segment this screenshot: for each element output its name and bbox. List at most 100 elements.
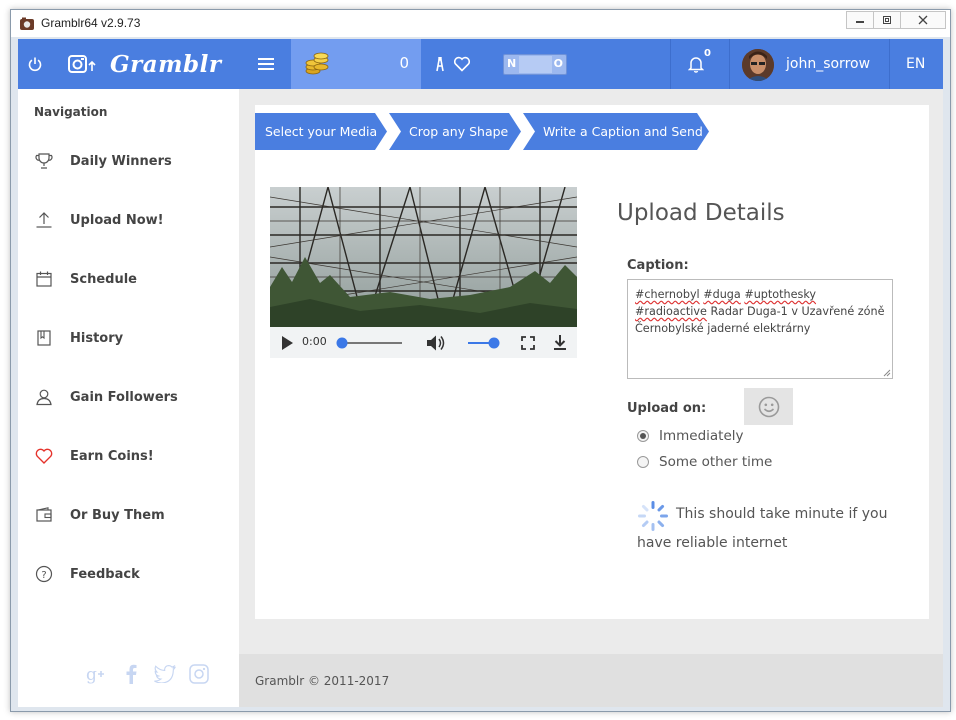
- sidebar-item-label: Upload Now!: [70, 212, 164, 228]
- sidebar-item-feedback[interactable]: ? Feedback: [34, 554, 229, 594]
- camera-upload-icon: [68, 55, 96, 73]
- sidebar-item-label: Gain Followers: [70, 389, 178, 405]
- smiley-icon: [758, 396, 779, 417]
- play-icon[interactable]: [281, 336, 293, 350]
- avatar[interactable]: [742, 49, 774, 81]
- calendar-icon: [36, 271, 52, 287]
- option-immediately[interactable]: Immediately: [637, 428, 744, 444]
- toggle-on-label: N: [507, 57, 517, 70]
- upload-icon: [36, 212, 52, 228]
- coin-balance[interactable]: 0: [291, 39, 421, 89]
- sidebar: Navigation Daily Winners Upload Now! Sch…: [18, 89, 239, 707]
- upload-card: Select your Media Crop any Shape Write a…: [255, 105, 929, 619]
- sidebar-item-label: Or Buy Them: [70, 507, 165, 523]
- sidebar-item-daily-winners[interactable]: Daily Winners: [34, 141, 229, 181]
- progress-slider[interactable]: [336, 336, 402, 350]
- sidebar-item-label: Feedback: [70, 566, 140, 582]
- sidebar-item-label: Schedule: [70, 271, 137, 287]
- wait-message-line1: This should take minute if you: [676, 506, 888, 522]
- sidebar-item-label: History: [70, 330, 124, 346]
- sidebar-item-label: Daily Winners: [70, 153, 172, 169]
- step-write-caption[interactable]: Write a Caption and Send: [523, 113, 709, 150]
- instagram-icon: [189, 664, 209, 684]
- resize-handle-icon[interactable]: [883, 369, 891, 377]
- facebook-link[interactable]: [120, 663, 142, 685]
- wait-message-line2: have reliable internet: [637, 535, 788, 551]
- google-plus-link[interactable]: g: [86, 663, 108, 685]
- media-preview: 0:00: [270, 187, 577, 358]
- step-label: Write a Caption and Send: [543, 124, 703, 139]
- divider: [729, 39, 730, 89]
- brand-logo: Gramblr: [110, 50, 222, 78]
- bell-icon: [688, 57, 704, 73]
- step-crop-shape[interactable]: Crop any Shape: [389, 113, 521, 150]
- option-some-other-time[interactable]: Some other time: [637, 454, 772, 470]
- close-button[interactable]: [900, 11, 946, 29]
- user-photo-icon: [742, 49, 774, 81]
- twitter-icon: [154, 665, 176, 683]
- video-frame[interactable]: [270, 187, 577, 327]
- caption-hashtag: #uptothesky: [744, 288, 817, 301]
- power-button[interactable]: [27, 39, 45, 89]
- radar-structure-image: [270, 187, 577, 327]
- svg-text:?: ?: [41, 570, 46, 581]
- loading-spinner-icon: [638, 501, 668, 531]
- app-client: Gramblr 0 N O 0 john_sorrow EN Navigatio…: [18, 39, 943, 707]
- book-icon: [37, 330, 51, 346]
- footer: Gramblr © 2011-2017: [239, 654, 943, 707]
- radio-selected-dot: [640, 433, 646, 439]
- social-links: g: [86, 663, 210, 685]
- sidebar-item-label: Earn Coins!: [70, 448, 154, 464]
- fullscreen-icon[interactable]: [521, 336, 535, 350]
- option-label: Some other time: [659, 454, 773, 470]
- playback-time: 0:00: [302, 335, 327, 348]
- sidebar-item-buy-coins[interactable]: Or Buy Them: [34, 495, 229, 535]
- sidebar-item-upload-now[interactable]: Upload Now!: [34, 200, 229, 240]
- toggle-off-label: O: [553, 57, 563, 70]
- upload-details-title: Upload Details: [617, 200, 785, 226]
- step-select-media[interactable]: Select your Media: [255, 113, 387, 150]
- volume-slider[interactable]: [468, 336, 502, 350]
- heart-icon: [35, 448, 53, 464]
- instagram-link[interactable]: [188, 663, 210, 685]
- caption-hashtag: #chernobyl: [635, 288, 700, 301]
- wallet-icon: [36, 507, 52, 522]
- radio-button[interactable]: [637, 430, 649, 442]
- menu-button[interactable]: [258, 39, 274, 89]
- facebook-icon: [126, 664, 137, 684]
- camera-upload-button[interactable]: [68, 39, 98, 89]
- trophy-icon: [35, 153, 53, 169]
- question-icon: ?: [35, 565, 53, 583]
- minimize-button[interactable]: [846, 11, 874, 29]
- window-titlebar[interactable]: Gramblr64 v2.9.73: [11, 10, 950, 38]
- caption-hashtag: #duga: [703, 288, 741, 301]
- language-selector[interactable]: EN: [906, 39, 925, 89]
- download-icon[interactable]: [553, 334, 567, 351]
- sidebar-item-earn-coins[interactable]: Earn Coins!: [34, 436, 229, 476]
- step-label: Crop any Shape: [409, 124, 509, 139]
- hamburger-icon: [258, 58, 274, 70]
- app-window: Gramblr64 v2.9.73 Gramblr 0 N O 0 john_s…: [10, 9, 951, 712]
- radio-button[interactable]: [637, 456, 649, 468]
- emoji-button[interactable]: [744, 388, 793, 425]
- volume-icon[interactable]: [426, 334, 446, 352]
- divider: [670, 39, 671, 89]
- svg-text:g: g: [86, 665, 97, 684]
- toggle-knob[interactable]: [519, 56, 552, 73]
- window-title: Gramblr64 v2.9.73: [41, 16, 141, 30]
- sidebar-item-gain-followers[interactable]: Gain Followers: [34, 377, 229, 417]
- notifications-button[interactable]: [688, 39, 704, 89]
- upload-on-label: Upload on:: [627, 401, 707, 416]
- twitter-link[interactable]: [154, 663, 176, 685]
- mode-toggle[interactable]: N O: [503, 54, 567, 75]
- video-player-controls: 0:00: [270, 327, 577, 358]
- coin-count: 0: [399, 54, 409, 72]
- copyright-text: Gramblr © 2011-2017: [255, 674, 390, 688]
- sidebar-item-history[interactable]: History: [34, 318, 229, 358]
- maximize-button[interactable]: [873, 11, 901, 29]
- username[interactable]: john_sorrow: [786, 39, 870, 89]
- caption-textarea[interactable]: #chernobyl #duga #uptothesky #radioactiv…: [627, 279, 893, 379]
- sidebar-item-schedule[interactable]: Schedule: [34, 259, 229, 299]
- minimize-icon: [856, 21, 864, 23]
- likes-button[interactable]: [434, 39, 471, 89]
